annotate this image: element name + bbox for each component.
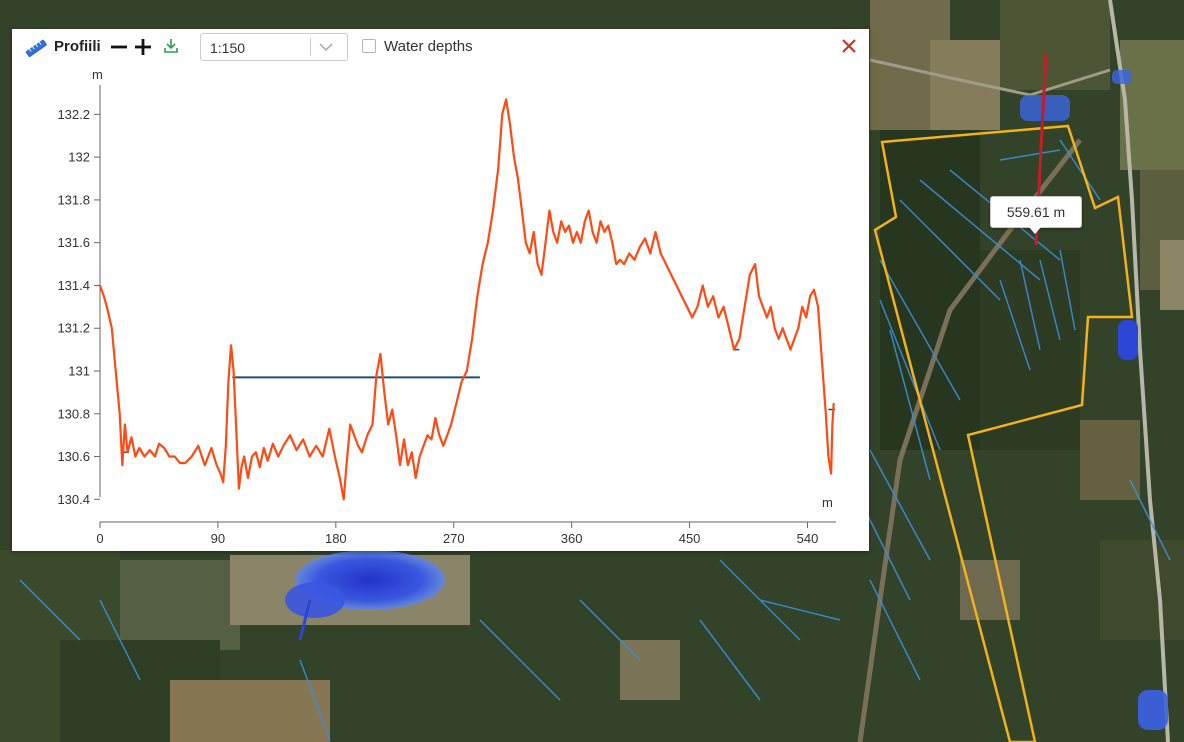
scale-select[interactable]: 1:150 [200, 33, 348, 61]
water-depths-checkbox[interactable] [362, 39, 376, 53]
download-button[interactable] [162, 36, 180, 56]
y-tick-label: 132.2 [57, 107, 90, 122]
elevation-profile-line [98, 98, 835, 501]
zoom-in-button[interactable] [133, 35, 153, 59]
x-tick-label: 270 [443, 531, 465, 546]
water-pool [285, 582, 345, 618]
x-tick-label: 180 [325, 531, 347, 546]
select-separator [310, 38, 311, 56]
y-tick-label: 130.6 [57, 449, 90, 464]
water-pool [1118, 320, 1138, 360]
y-tick-label: 130.4 [57, 492, 90, 507]
download-icon [164, 39, 178, 53]
y-tick-label: 131 [68, 364, 90, 379]
x-tick-label: 0 [96, 531, 103, 546]
water-depths-label: Water depths [384, 38, 473, 55]
x-tick-label: 450 [679, 531, 701, 546]
elevation-profile-chart: 130.4 130.6 130.8 131 131.2 131.4 131.6 131.8 13… [57, 67, 836, 546]
profile-panel: Profiili 1:150 Water depths 130.4 130.6 … [12, 29, 869, 551]
scale-value: 1:150 [210, 40, 246, 56]
zoom-out-button[interactable] [109, 35, 129, 59]
y-tick-label: 131.2 [57, 321, 90, 336]
distance-label: 559.61 m [1006, 204, 1066, 220]
series-layer [98, 98, 835, 501]
y-tick-label: 131.8 [57, 192, 90, 207]
y-axis-unit: m [92, 67, 103, 82]
y-tick-label: 132 [68, 150, 90, 165]
panel-title: Profiili [54, 38, 101, 55]
x-tick-label: 540 [797, 531, 819, 546]
y-tick-label: 131.4 [57, 278, 90, 293]
close-icon [842, 39, 856, 53]
distance-tooltip: 559.61 m [990, 196, 1082, 234]
ruler-icon [25, 39, 47, 58]
y-tick-label: 130.8 [57, 406, 90, 421]
water-pool [1138, 690, 1168, 730]
plus-icon [135, 39, 151, 55]
x-axis-unit: m [822, 495, 833, 510]
x-tick-label: 360 [561, 531, 583, 546]
profile-toolbar: Profiili 1:150 Water depths [12, 29, 869, 65]
y-tick-label: 131.6 [57, 235, 90, 250]
y-axis: 130.4 130.6 130.8 131 131.2 131.4 131.6 131.8 13… [57, 85, 101, 507]
chevron-down-icon[interactable] [318, 41, 334, 53]
x-axis: 0 90 180 270 360 450 540 [96, 521, 836, 546]
x-tick-label: 90 [211, 531, 225, 546]
close-button[interactable] [840, 37, 858, 55]
water-pool [1112, 70, 1132, 84]
